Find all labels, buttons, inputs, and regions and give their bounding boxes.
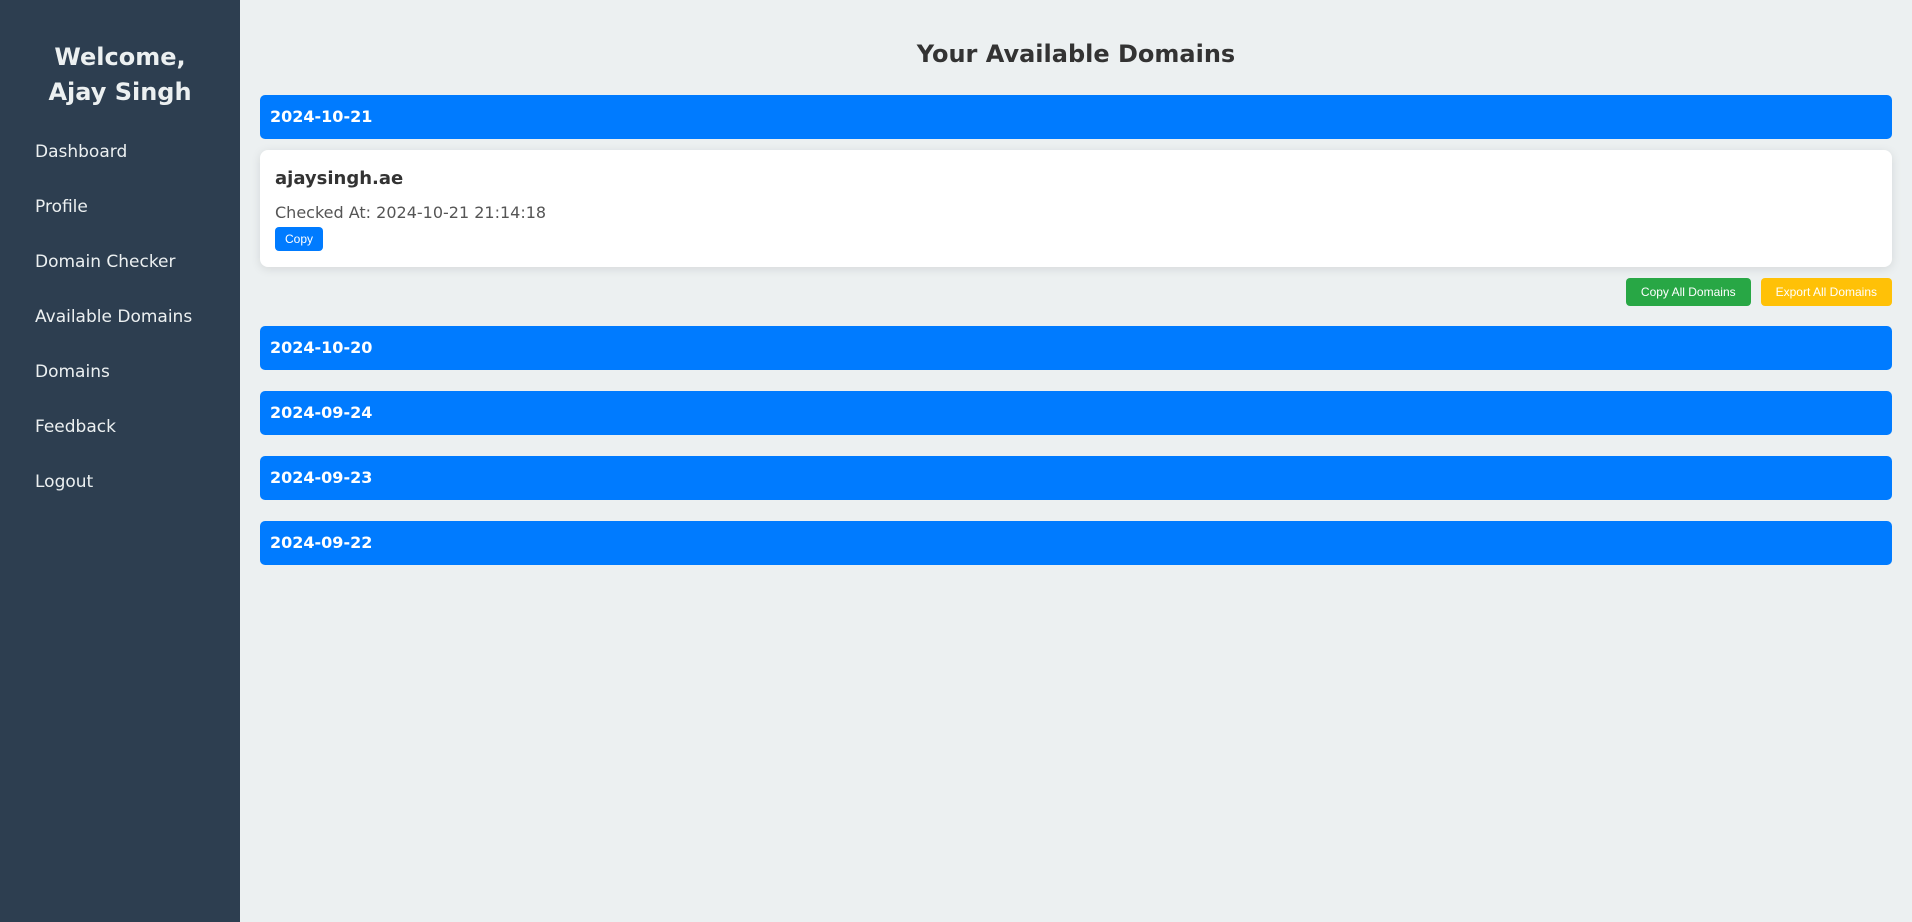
- date-group-header[interactable]: 2024-09-22: [260, 521, 1892, 565]
- sidebar-item-feedback[interactable]: Feedback: [35, 417, 116, 437]
- sidebar-item-dashboard[interactable]: Dashboard: [35, 142, 127, 162]
- date-group-header[interactable]: 2024-09-24: [260, 391, 1892, 435]
- date-group-header[interactable]: 2024-10-21: [260, 95, 1892, 139]
- sidebar-nav: Dashboard Profile Domain Checker Availab…: [35, 138, 192, 523]
- page-title: Your Available Domains: [916, 40, 1236, 68]
- welcome-line: Welcome,: [54, 43, 186, 71]
- group-actions: Copy All Domains Export All Domains: [1625, 278, 1892, 306]
- domain-card: ajaysingh.ae Checked At: 2024-10-21 21:1…: [260, 150, 1892, 267]
- copy-all-domains-button[interactable]: Copy All Domains: [1625, 278, 1751, 306]
- sidebar-item-profile[interactable]: Profile: [35, 197, 88, 217]
- sidebar-item-domain-checker[interactable]: Domain Checker: [35, 252, 176, 272]
- export-all-domains-button[interactable]: Export All Domains: [1760, 278, 1892, 306]
- welcome-heading: Welcome, Ajay Singh: [0, 40, 240, 110]
- copy-domain-button[interactable]: Copy: [275, 227, 324, 251]
- sidebar: Welcome, Ajay Singh Dashboard Profile Do…: [0, 0, 240, 922]
- sidebar-item-available-domains[interactable]: Available Domains: [35, 307, 192, 327]
- sidebar-item-logout[interactable]: Logout: [35, 472, 93, 492]
- date-group-header[interactable]: 2024-09-23: [260, 456, 1892, 500]
- domain-name: ajaysingh.ae: [275, 168, 404, 189]
- checked-at-text: Checked At: 2024-10-21 21:14:18: [275, 203, 547, 222]
- user-name: Ajay Singh: [48, 78, 192, 106]
- date-group-header[interactable]: 2024-10-20: [260, 326, 1892, 370]
- sidebar-item-domains[interactable]: Domains: [35, 362, 110, 382]
